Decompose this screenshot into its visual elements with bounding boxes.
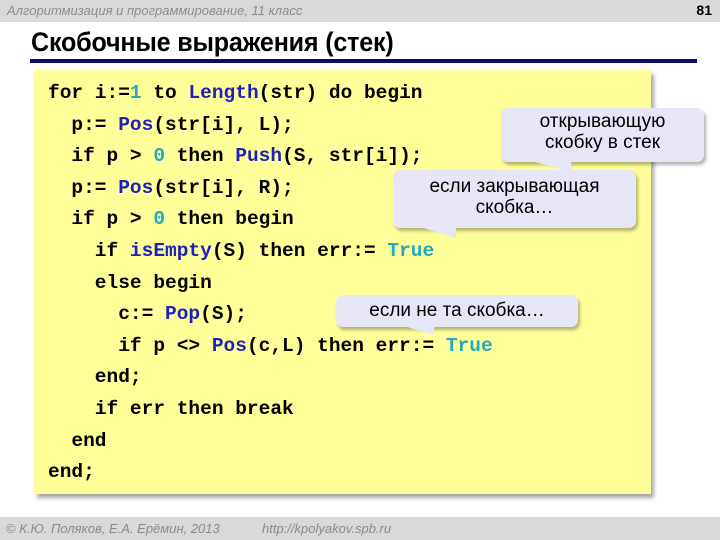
code-literal-token: 0 — [153, 208, 166, 231]
callout-wrong-bracket: если не та скобка… — [336, 295, 578, 335]
code-token: for i:= — [48, 82, 130, 104]
code-literal-token: True — [445, 334, 493, 357]
code-token: (str[i], L); — [153, 113, 294, 136]
code-token: if — [48, 239, 130, 262]
code-function-token: isEmpty — [129, 239, 212, 262]
code-token: then — [165, 145, 236, 168]
callout-text-line: если закрывающая — [429, 176, 600, 197]
code-token: c:= — [48, 303, 166, 326]
code-literal-token: 1 — [129, 82, 142, 104]
code-line: if p > 0 then Push(S, str[i]); — [48, 141, 493, 173]
code-token: if p <> — [48, 334, 212, 357]
callout-text-line: скобка… — [475, 197, 554, 218]
code-token: (str) do begin — [258, 82, 423, 104]
code-token: if p > — [48, 208, 154, 231]
code-token: end — [48, 429, 107, 452]
callout-text-line: открывающую — [539, 111, 666, 132]
code-token: end; — [48, 366, 142, 389]
code-line: p:= Pos(str[i], L); — [48, 110, 493, 142]
code-token: (S, str[i]); — [282, 145, 423, 168]
code-literal-token: 0 — [153, 145, 166, 168]
code-token: if err then break — [48, 397, 294, 420]
code-token: p:= — [48, 176, 119, 199]
course-title: Алгоритмизация и программирование, 11 кл… — [7, 3, 303, 18]
callout-text-line: скобку в стек — [544, 132, 661, 153]
code-token: if p > — [48, 145, 154, 168]
code-line: end; — [48, 362, 493, 394]
code-function-token: Pos — [118, 113, 154, 136]
title-underline-divider — [30, 59, 697, 63]
code-token: else begin — [48, 271, 212, 294]
callout-pointer — [394, 323, 434, 335]
slide-footer-bar: © К.Ю. Поляков, Е.А. Ерёмин, 2013 http:/… — [0, 517, 720, 540]
code-function-token: Pop — [165, 303, 201, 326]
code-line: if isEmpty(S) then err:= True — [48, 236, 493, 268]
code-token: (S); — [200, 303, 247, 326]
code-line: end — [48, 426, 493, 458]
code-line: if err then break — [48, 394, 493, 426]
code-token: then begin — [165, 208, 294, 231]
code-token: (S) then err:= — [211, 239, 388, 262]
code-token: (str[i], R); — [153, 176, 294, 199]
callout-pointer — [411, 224, 456, 238]
code-function-token: Push — [235, 145, 283, 168]
code-token: end; — [48, 461, 95, 484]
callout-text-line: если не та скобка… — [369, 300, 545, 321]
code-literal-token: True — [387, 239, 435, 262]
code-block: for i:=1 to Length(str) do begin p:= Pos… — [48, 78, 493, 489]
code-line: end; — [48, 457, 493, 489]
callout-closing-bracket: если закрывающая скобка… — [393, 170, 636, 238]
slide-title: Скобочные выражения (стек) — [31, 27, 394, 57]
callout-push-open-bracket: открывающую скобку в стек — [501, 108, 704, 172]
code-token: p:= — [48, 113, 119, 136]
code-function-token: Length — [188, 82, 259, 104]
code-line: for i:=1 to Length(str) do begin — [48, 78, 493, 110]
code-token: to — [141, 82, 189, 104]
slide-header-bar: Алгоритмизация и программирование, 11 кл… — [0, 0, 720, 22]
copyright-text: © К.Ю. Поляков, Е.А. Ерёмин, 2013 — [6, 521, 220, 536]
code-line: if p <> Pos(c,L) then err:= True — [48, 331, 493, 363]
code-token: (c,L) then err:= — [246, 334, 446, 357]
code-function-token: Pos — [211, 334, 247, 357]
page-number: 81 — [696, 2, 712, 18]
code-function-token: Pos — [118, 176, 154, 199]
author-website-link[interactable]: http://kpolyakov.spb.ru — [262, 521, 391, 536]
